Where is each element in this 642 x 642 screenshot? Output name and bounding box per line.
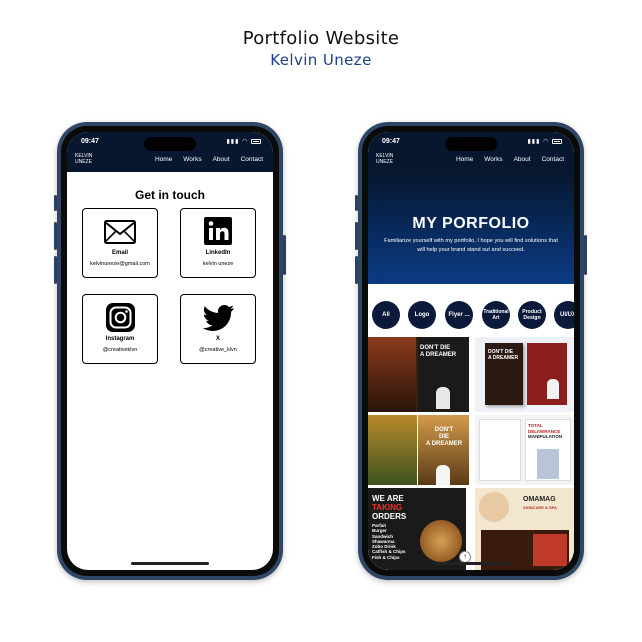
site-logo[interactable]: KELVIN UNEZE (376, 153, 400, 165)
nav-works[interactable]: Works (484, 156, 502, 163)
nav-about[interactable]: About (514, 156, 531, 163)
wifi-icon: ◠ (543, 139, 550, 145)
x-card[interactable]: X @creative_klvn (180, 294, 256, 364)
signal-icon: ▮▮▮ (226, 139, 240, 145)
gallery-item[interactable]: TOTAL DELIVERANCE MANIPULATION (475, 415, 574, 485)
card-value: kelvinuneze@gmail.com (90, 261, 150, 267)
poster-caption: TAKING (372, 503, 403, 512)
nav-works[interactable]: Works (183, 156, 201, 163)
presentation-subtitle: Kelvin Uneze (270, 51, 372, 69)
presentation-title: Portfolio Website (242, 28, 400, 49)
poster-caption: DON'T (434, 427, 454, 433)
contact-screen: 09:47 ▮▮▮ ◠ KELVIN UNEZE Home Works Abou… (67, 132, 273, 570)
filter-logo[interactable]: Logo (408, 301, 436, 329)
nav-contact[interactable]: Contact (241, 156, 263, 163)
phone-bezel: 09:47 ▮▮▮ ◠ KELVIN UNEZE Home Works Abou… (61, 126, 279, 576)
phone-left: 09:47 ▮▮▮ ◠ KELVIN UNEZE Home Works Abou… (57, 122, 283, 580)
portfolio-intro: Familiarize yourself with my portfolio, … (384, 238, 558, 253)
site-nav: Home Works About Contact (456, 156, 564, 163)
home-indicator[interactable] (432, 562, 510, 565)
menu-item: Fish & Chips (372, 554, 400, 560)
poster-caption: OMAMAG (523, 496, 556, 503)
linkedin-card[interactable]: LinkedIn kelvin uneze (180, 208, 256, 278)
phone-bezel: 09:47 ▮▮▮ ◠ KELVIN UNEZE Home Works Abou… (362, 126, 580, 576)
filter-product-design[interactable]: Product Design (518, 301, 546, 329)
filter-flyer[interactable]: Flyer ... (445, 301, 473, 329)
status-icons: ▮▮▮ ◠ (226, 138, 261, 145)
filter-all[interactable]: All (372, 301, 400, 329)
dynamic-island (445, 137, 497, 151)
gallery-item[interactable] (368, 415, 417, 485)
filter-ui-ux[interactable]: UI/UX (554, 301, 574, 329)
phone-power-button (584, 235, 587, 275)
contact-heading: Get in touch (135, 188, 205, 202)
instagram-card[interactable]: Instagram @creativeklvn (82, 294, 158, 364)
poster-caption: WE ARE (372, 494, 404, 503)
portfolio-hero: MY PORFOLIO Familiarize yourself with my… (368, 172, 574, 284)
poster-caption: A DREAMER (420, 352, 457, 358)
filter-traditional-art[interactable]: Traditional Art (482, 301, 510, 329)
status-time: 09:47 (382, 138, 400, 145)
site-nav: Home Works About Contact (155, 156, 263, 163)
linkedin-icon (204, 217, 232, 245)
gallery-item[interactable]: OMAMAG SKINCARE & SPA (475, 488, 574, 570)
logo-line: UNEZE (75, 159, 92, 165)
nav-home[interactable]: Home (456, 156, 473, 163)
nav-about[interactable]: About (213, 156, 230, 163)
card-label: Email (111, 250, 128, 256)
gallery-item[interactable]: DON'T DIE A DREAMER (475, 337, 574, 412)
gallery-item[interactable]: WE ARE TAKING ORDERS Parfait Burger Sand… (368, 488, 466, 570)
card-label: Instagram (105, 336, 135, 342)
site-header: 09:47 ▮▮▮ ◠ KELVIN UNEZE Home Works Abou… (368, 132, 574, 172)
instagram-icon (106, 303, 135, 332)
email-card[interactable]: Email kelvinuneze@gmail.com (82, 208, 158, 278)
site-header: 09:47 ▮▮▮ ◠ KELVIN UNEZE Home Works Abou… (67, 132, 273, 172)
menu-item: Catfish & Chips (372, 549, 406, 555)
gallery-item[interactable]: DON'T DIE A DREAMER (418, 415, 469, 485)
portfolio-screen: 09:47 ▮▮▮ ◠ KELVIN UNEZE Home Works Abou… (368, 132, 574, 570)
twitter-bird-icon (202, 305, 234, 331)
portfolio-gallery: DON'T DIE A DREAMER DON'T DIE A DREAMER (368, 337, 574, 570)
poster-caption: A DREAMER (425, 441, 463, 447)
poster-caption: DIE (438, 434, 449, 440)
nav-home[interactable]: Home (155, 156, 172, 163)
signal-icon: ▮▮▮ (527, 139, 541, 145)
phone-power-button (283, 235, 286, 275)
status-time: 09:47 (81, 138, 99, 145)
card-label: X (215, 336, 220, 342)
battery-icon (251, 138, 261, 144)
poster-caption: MANIPULATION (528, 434, 563, 439)
envelope-icon (104, 220, 136, 244)
poster-caption: TOTAL DELIVERANCE (528, 423, 561, 434)
wifi-icon: ◠ (242, 139, 249, 145)
gallery-item[interactable]: DON'T DIE A DREAMER (368, 337, 469, 412)
phone-right: 09:47 ▮▮▮ ◠ KELVIN UNEZE Home Works Abou… (358, 122, 584, 580)
card-value: kelvin uneze (202, 261, 234, 267)
dynamic-island (144, 137, 196, 151)
battery-icon (552, 138, 562, 144)
poster-caption: ORDERS (372, 512, 407, 521)
poster-caption: A DREAMER (488, 355, 519, 361)
home-indicator[interactable] (131, 562, 209, 565)
poster-caption: SKINCARE & SPA (523, 505, 557, 510)
portfolio-title: MY PORFOLIO (412, 215, 530, 232)
card-label: LinkedIn (205, 250, 231, 256)
category-filters: All Logo Flyer ... Traditional Art Produ… (372, 301, 574, 331)
presentation-stage: Portfolio Website Kelvin Uneze 09:47 ▮▮▮… (0, 0, 642, 642)
card-value: @creativeklvn (102, 347, 138, 353)
status-icons: ▮▮▮ ◠ (527, 138, 562, 145)
poster-caption: DON'T DIE (420, 345, 451, 351)
nav-contact[interactable]: Contact (542, 156, 564, 163)
card-value: @creative_klvn (199, 347, 237, 353)
site-logo[interactable]: KELVIN UNEZE (75, 153, 99, 165)
logo-line: UNEZE (376, 159, 393, 165)
